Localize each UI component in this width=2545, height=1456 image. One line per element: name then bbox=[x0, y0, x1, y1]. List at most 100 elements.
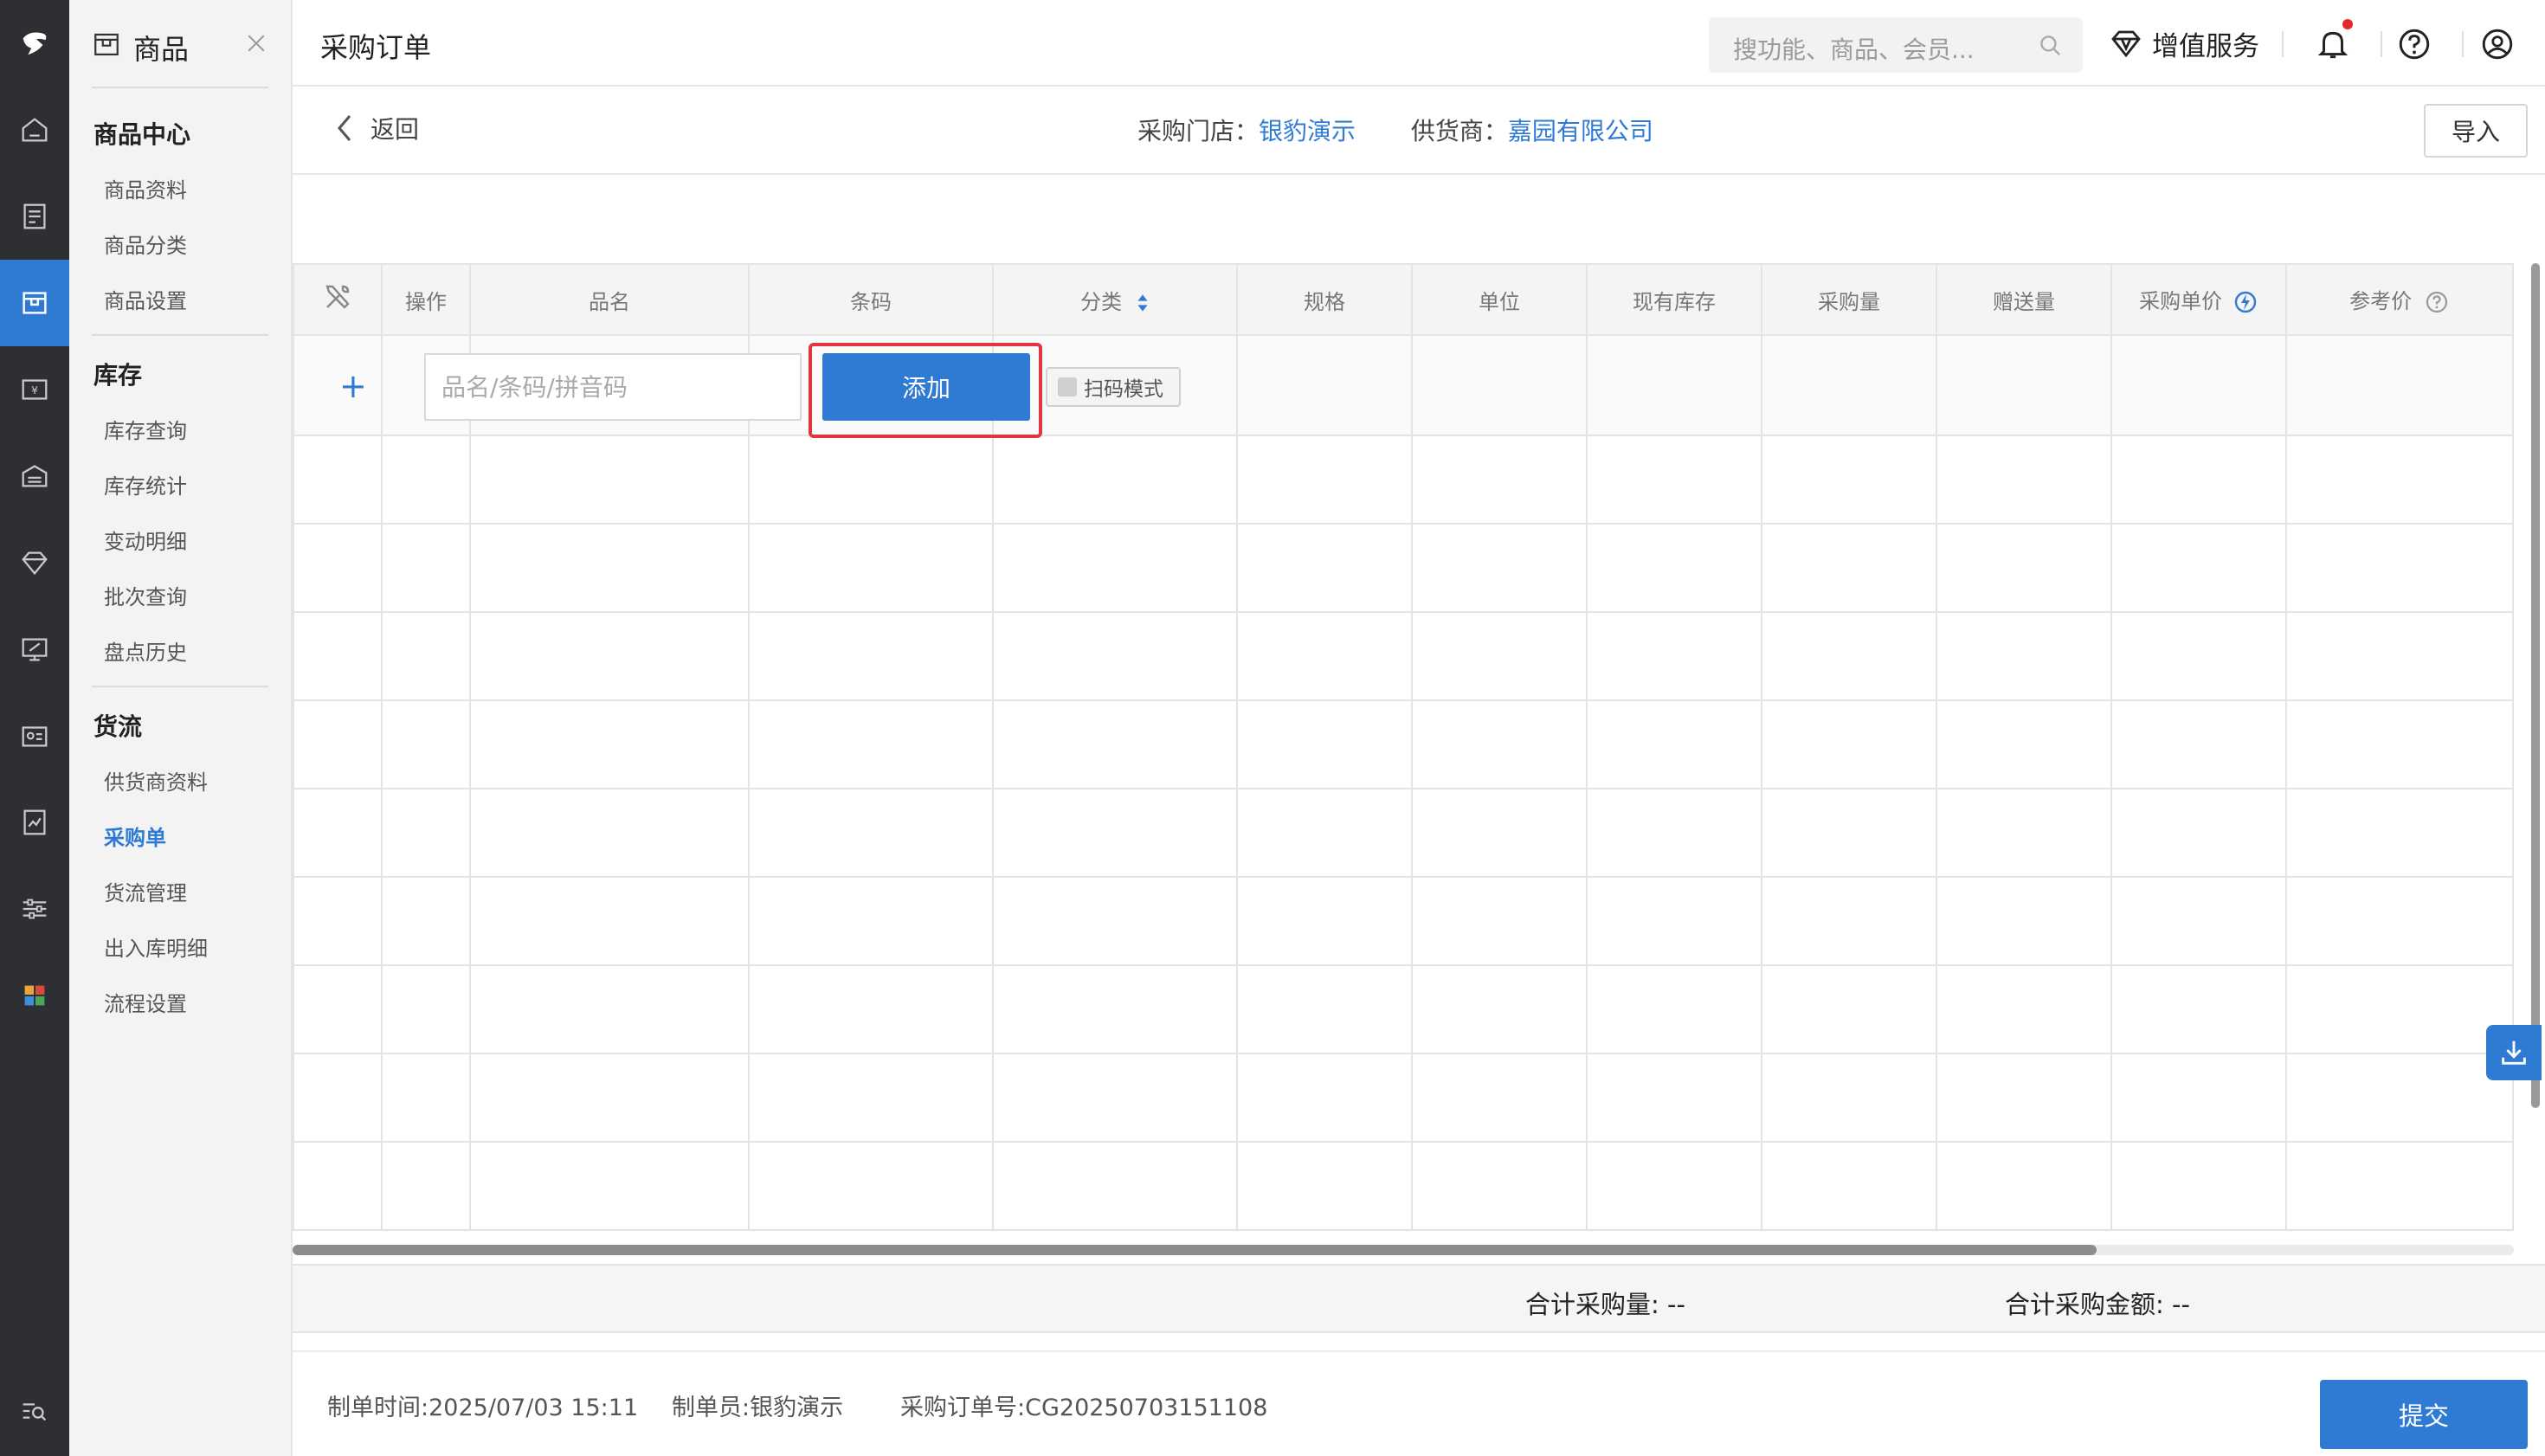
scan-mode-checkbox[interactable] bbox=[1058, 377, 1077, 396]
order-meta: 采购门店：银豹演示 供货商：嘉园有限公司 bbox=[1137, 113, 1653, 147]
scrollbar-thumb[interactable] bbox=[293, 1245, 2097, 1255]
report-icon[interactable] bbox=[0, 779, 69, 866]
reference-price-header-label: 参考价 bbox=[2349, 289, 2413, 313]
divider bbox=[92, 87, 268, 88]
table-header-row: 操作 品名 条码 分类 规格 单位 现有库存 采购量 赠送量 采购单价 参考价 bbox=[293, 263, 2514, 336]
diamond-icon bbox=[2111, 30, 2141, 58]
monitor-icon[interactable] bbox=[0, 606, 69, 693]
nav-item-product-category[interactable]: 商品分类 bbox=[104, 229, 187, 259]
add-row-plus-icon[interactable]: + bbox=[339, 367, 367, 405]
horizontal-scrollbar[interactable] bbox=[293, 1245, 2514, 1255]
table-row bbox=[293, 523, 2514, 613]
nav-item-logistics-mgmt[interactable]: 货流管理 bbox=[104, 876, 187, 906]
app-logo-icon[interactable] bbox=[0, 0, 69, 87]
created-time-label: 制单时间: bbox=[327, 1395, 429, 1421]
nav-item-product-info[interactable]: 商品资料 bbox=[104, 173, 187, 203]
column-header-reference-price: 参考价 bbox=[2285, 263, 2514, 336]
divider bbox=[92, 334, 268, 336]
nav-group-logistics: 货流 bbox=[93, 712, 143, 741]
goods-box-icon bbox=[94, 33, 119, 56]
store-value-link[interactable]: 银豹演示 bbox=[1259, 117, 1356, 145]
total-qty: 合计采购量: -- bbox=[1525, 1285, 1685, 1321]
created-time: 制单时间:2025/07/03 15:11 bbox=[327, 1388, 638, 1422]
scan-mode-label: 扫码模式 bbox=[1084, 378, 1163, 401]
apps-icon[interactable] bbox=[0, 952, 69, 1039]
table-row bbox=[293, 1141, 2514, 1231]
wrench-settings-icon[interactable] bbox=[320, 280, 355, 314]
warehouse-icon[interactable] bbox=[0, 433, 69, 519]
column-header-category[interactable]: 分类 bbox=[992, 263, 1238, 336]
user-account-icon[interactable] bbox=[2479, 26, 2516, 62]
column-header: 现有库存 bbox=[1586, 263, 1762, 336]
sort-icon[interactable] bbox=[1136, 293, 1150, 313]
divider bbox=[92, 686, 268, 687]
search-icon[interactable] bbox=[2036, 31, 2064, 59]
nav-item-stock-stats[interactable]: 库存统计 bbox=[104, 469, 187, 499]
column-header: 采购量 bbox=[1761, 263, 1937, 336]
scan-mode-toggle[interactable]: 扫码模式 bbox=[1046, 367, 1181, 407]
icon-rail: ¥ bbox=[0, 0, 69, 1456]
app-root: ¥ 商品 商品中心 商品资料 商品分类 商品设置 库存 库存查询 库存统计 变动… bbox=[0, 0, 2545, 1456]
nav-item-stocktake-history[interactable]: 盘点历史 bbox=[104, 635, 187, 666]
bell-icon[interactable] bbox=[2315, 26, 2351, 62]
close-icon[interactable] bbox=[242, 29, 270, 57]
creator: 制单员:银豹演示 bbox=[672, 1388, 843, 1422]
store-label: 采购门店： bbox=[1137, 117, 1260, 145]
import-button[interactable]: 导入 bbox=[2424, 104, 2528, 158]
nav-item-supplier-info[interactable]: 供货商资料 bbox=[104, 765, 208, 796]
goods-box-icon[interactable] bbox=[0, 260, 69, 346]
nav-item-flow-settings[interactable]: 流程设置 bbox=[104, 987, 187, 1017]
vertical-scrollbar[interactable] bbox=[2531, 263, 2540, 1108]
total-qty-value: -- bbox=[1667, 1290, 1685, 1319]
help-icon[interactable] bbox=[2396, 26, 2432, 62]
unit-price-header-label: 采购单价 bbox=[2139, 289, 2223, 313]
creator-label: 制单员: bbox=[672, 1395, 751, 1421]
member-card-icon[interactable] bbox=[0, 693, 69, 779]
search-list-icon[interactable] bbox=[0, 1368, 69, 1454]
table-row bbox=[293, 876, 2514, 966]
submit-button[interactable]: 提交 bbox=[2320, 1380, 2528, 1449]
nav-item-in-out-detail[interactable]: 出入库明细 bbox=[104, 931, 208, 962]
svg-text:¥: ¥ bbox=[31, 384, 38, 396]
total-amount-label: 合计采购金额: bbox=[2005, 1290, 2164, 1319]
divider bbox=[2381, 31, 2382, 57]
nav-group-inventory: 库存 bbox=[93, 361, 143, 390]
home-icon[interactable] bbox=[0, 87, 69, 173]
download-float-button[interactable] bbox=[2486, 1025, 2542, 1080]
footer-bar: 制单时间:2025/07/03 15:11 制单员:银豹演示 采购订单号:CG2… bbox=[293, 1350, 2545, 1456]
total-amount-value: -- bbox=[2172, 1290, 2190, 1319]
nav-item-change-detail[interactable]: 变动明细 bbox=[104, 525, 187, 555]
nav-item-stock-query[interactable]: 库存查询 bbox=[104, 414, 187, 444]
column-header: 操作 bbox=[381, 263, 471, 336]
creator-value: 银豹演示 bbox=[750, 1395, 844, 1421]
totals-bar: 合计采购量: -- 合计采购金额: -- bbox=[293, 1264, 2545, 1333]
search-input[interactable]: 搜功能、商品、会员... bbox=[1733, 31, 1975, 66]
column-header-unit-price: 采购单价 bbox=[2110, 263, 2287, 336]
created-time-value: 2025/07/03 15:11 bbox=[428, 1395, 639, 1421]
value-added-services-button[interactable]: 增值服务 bbox=[2109, 24, 2259, 62]
nav-group-product-center: 商品中心 bbox=[93, 120, 191, 149]
product-search-input[interactable] bbox=[424, 353, 802, 421]
supplier-value-link[interactable]: 嘉园有限公司 bbox=[1508, 117, 1653, 145]
global-search[interactable]: 搜功能、商品、会员... bbox=[1709, 17, 2083, 73]
nav-item-product-settings[interactable]: 商品设置 bbox=[104, 284, 187, 314]
product-doc-icon[interactable] bbox=[0, 173, 69, 260]
nav-item-purchase-order[interactable]: 采购单 bbox=[104, 821, 166, 851]
column-settings-header[interactable] bbox=[293, 263, 383, 336]
column-header: 品名 bbox=[469, 263, 750, 336]
sliders-icon[interactable] bbox=[0, 866, 69, 952]
help-icon[interactable] bbox=[2424, 289, 2450, 315]
back-label: 返回 bbox=[370, 115, 420, 144]
table-row bbox=[293, 699, 2514, 789]
total-qty-label: 合计采购量: bbox=[1525, 1290, 1659, 1319]
column-header: 规格 bbox=[1236, 263, 1413, 336]
table-row bbox=[293, 964, 2514, 1054]
cashier-icon[interactable]: ¥ bbox=[0, 346, 69, 433]
nav-item-batch-query[interactable]: 批次查询 bbox=[104, 580, 187, 610]
page-title: 采购订单 bbox=[320, 31, 432, 64]
add-button[interactable]: 添加 bbox=[822, 353, 1030, 421]
order-subheader: 返回 采购门店：银豹演示 供货商：嘉园有限公司 导入 bbox=[293, 87, 2545, 175]
diamond-icon[interactable] bbox=[0, 519, 69, 606]
back-button[interactable]: 返回 bbox=[332, 111, 419, 145]
lightning-icon[interactable] bbox=[2233, 289, 2258, 315]
